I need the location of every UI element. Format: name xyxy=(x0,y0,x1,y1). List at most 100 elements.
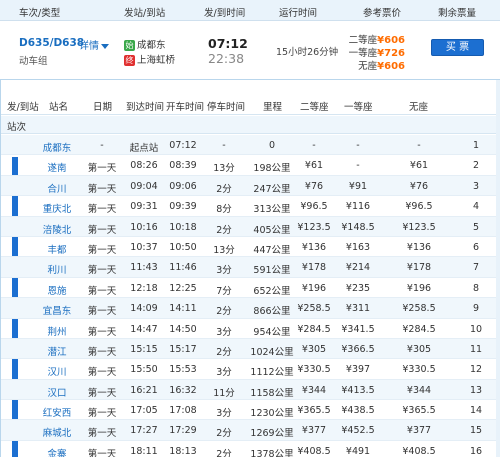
standing-price: ¥136 xyxy=(406,241,432,253)
stop-index: 14 xyxy=(469,405,483,417)
first-class-price: ¥438.5 xyxy=(341,405,375,417)
depart-time: 17:29 xyxy=(169,425,197,437)
arrive-time: 09:31 xyxy=(130,201,158,213)
day: 第一天 xyxy=(87,408,117,420)
arrive-time: 18:11 xyxy=(130,445,158,457)
standing-price: ¥178 xyxy=(406,262,432,274)
distance: 198公里 xyxy=(253,163,291,175)
col-time: 发/到时间 xyxy=(204,8,246,19)
to-station-name: 上海虹桥 xyxy=(137,55,176,66)
stop-duration: 2分 xyxy=(216,183,232,195)
first-class-price: ¥341.5 xyxy=(341,323,375,335)
buy-ticket-button[interactable]: 买 票 xyxy=(431,39,484,56)
col-day: 日期 xyxy=(93,102,113,113)
standing-price: ¥96.5 xyxy=(405,201,433,213)
distance: 1230公里 xyxy=(250,408,294,420)
day: 第一天 xyxy=(87,367,117,379)
price-value: ¥606 xyxy=(377,61,405,72)
scrollbar[interactable] xyxy=(496,80,500,457)
stops-table: 发/到站 站名 日期 到达时间 开车时间 停车时间 里程 二等座 一等座 无座 … xyxy=(0,79,500,457)
table-row: 麻城北 第一天 17:27 17:29 2分 1269公里 ¥377 ¥452.5 ¥377 15 xyxy=(1,420,499,441)
standing-price: ¥76 xyxy=(409,180,429,192)
stop-index: 12 xyxy=(469,364,483,376)
second-class-price: ¥258.5 xyxy=(297,303,331,315)
arrive-time: 09:04 xyxy=(130,180,158,192)
col-depart: 开车时间 xyxy=(166,102,205,113)
table-row: 合川 第一天 09:04 09:06 2分 247公里 ¥76 ¥91 ¥76 3 xyxy=(1,175,499,197)
col-train-type: 车次/类型 xyxy=(19,8,61,19)
table-row: 潜江 第一天 15:15 15:17 2分 1024公里 ¥305 ¥366.5 ¥305 11 xyxy=(1,338,499,360)
depart-time: 07:12 xyxy=(208,36,248,51)
first-class-price: ¥235 xyxy=(345,282,371,294)
stop-duration: 2分 xyxy=(216,346,232,358)
day: 第一天 xyxy=(87,183,117,195)
second-class-price: ¥284.5 xyxy=(297,323,331,335)
col-duration: 运行时间 xyxy=(279,8,318,19)
stop-index: 13 xyxy=(469,384,483,396)
depart-time: 14:11 xyxy=(169,303,197,315)
stop-index-subhead: 站次 xyxy=(1,116,499,134)
day: 第一天 xyxy=(87,346,117,358)
second-class-price: - xyxy=(312,140,316,151)
first-class-price: ¥116 xyxy=(345,201,371,213)
second-class-price: ¥123.5 xyxy=(297,221,331,233)
first-class-price: ¥413.5 xyxy=(341,384,375,396)
station-name: 汉川 xyxy=(47,367,67,379)
depart-time: 17:08 xyxy=(169,405,197,417)
depart-time: 10:50 xyxy=(169,241,197,253)
stop-index: 7 xyxy=(472,262,480,274)
first-class-price: - xyxy=(356,140,360,151)
station-name: 麻城北 xyxy=(42,428,72,440)
depart-time: 07:12 xyxy=(169,140,197,151)
train-summary-row: D635/D638 详情 动车组 始成都东 终上海虹桥 07:12 22:38 … xyxy=(0,21,500,79)
depart-time: 11:46 xyxy=(169,262,197,274)
table-row: 汉川 第一天 15:50 15:53 3分 1112公里 ¥330.5 ¥397 ¥330.5 1… xyxy=(1,359,499,380)
table-row: 汉口 第一天 16:21 16:32 11分 1158公里 ¥344 ¥413.5 ¥344 13 xyxy=(1,379,499,401)
stop-duration: 13分 xyxy=(213,244,235,256)
arrive-time: 15:50 xyxy=(130,364,158,376)
arrive-time: 22:38 xyxy=(208,51,245,66)
detail-toggle[interactable]: 详情 xyxy=(79,37,109,52)
price-standing: 无座¥606 xyxy=(322,58,405,72)
arrive-time: 14:47 xyxy=(130,323,158,335)
standing-price: ¥284.5 xyxy=(402,323,436,335)
distance: 591公里 xyxy=(253,265,291,277)
price-first-class: 一等座¥726 xyxy=(322,45,405,59)
distance: 447公里 xyxy=(253,244,291,256)
second-class-price: ¥196 xyxy=(301,282,327,294)
end-badge-icon: 终 xyxy=(124,55,135,66)
day: 第一天 xyxy=(87,448,117,457)
distance: 1158公里 xyxy=(250,387,294,399)
station-name: 荆州 xyxy=(47,326,67,338)
stop-duration: 3分 xyxy=(216,408,232,420)
arrive-time: 17:05 xyxy=(130,405,158,417)
second-class-price: ¥76 xyxy=(304,180,324,192)
distance: 1112公里 xyxy=(250,367,294,379)
second-class-price: ¥136 xyxy=(301,241,327,253)
col-distance: 里程 xyxy=(263,102,283,113)
station-name: 遂南 xyxy=(47,163,67,175)
standing-price: ¥258.5 xyxy=(402,303,436,315)
stop-duration: 8分 xyxy=(216,204,232,216)
arrive-time: 10:37 xyxy=(130,241,158,253)
day: 第一天 xyxy=(87,163,117,175)
standing-price: ¥377 xyxy=(406,425,432,437)
first-class-price: ¥91 xyxy=(348,180,368,192)
second-class-price: ¥408.5 xyxy=(297,445,331,457)
train-number-link[interactable]: D635/D638 xyxy=(19,37,84,49)
first-class-price: ¥397 xyxy=(345,364,371,376)
stop-index: 5 xyxy=(472,221,480,233)
table-row: 丰都 第一天 10:37 10:50 13分 447公里 ¥136 ¥163 ¥136 6 xyxy=(1,237,499,258)
depart-time: 15:53 xyxy=(169,364,197,376)
second-class-price: ¥365.5 xyxy=(297,405,331,417)
depart-time: 18:13 xyxy=(169,445,197,457)
chevron-down-icon xyxy=(101,43,109,49)
stop-duration: 13分 xyxy=(213,163,235,175)
stop-index: 4 xyxy=(472,201,480,213)
day: 第一天 xyxy=(87,204,117,216)
station-name: 重庆北 xyxy=(42,204,72,216)
stop-duration: 2分 xyxy=(216,224,232,236)
stop-index-label: 站次 xyxy=(7,122,27,133)
depart-time: 09:39 xyxy=(169,201,197,213)
day: 第一天 xyxy=(87,387,117,399)
